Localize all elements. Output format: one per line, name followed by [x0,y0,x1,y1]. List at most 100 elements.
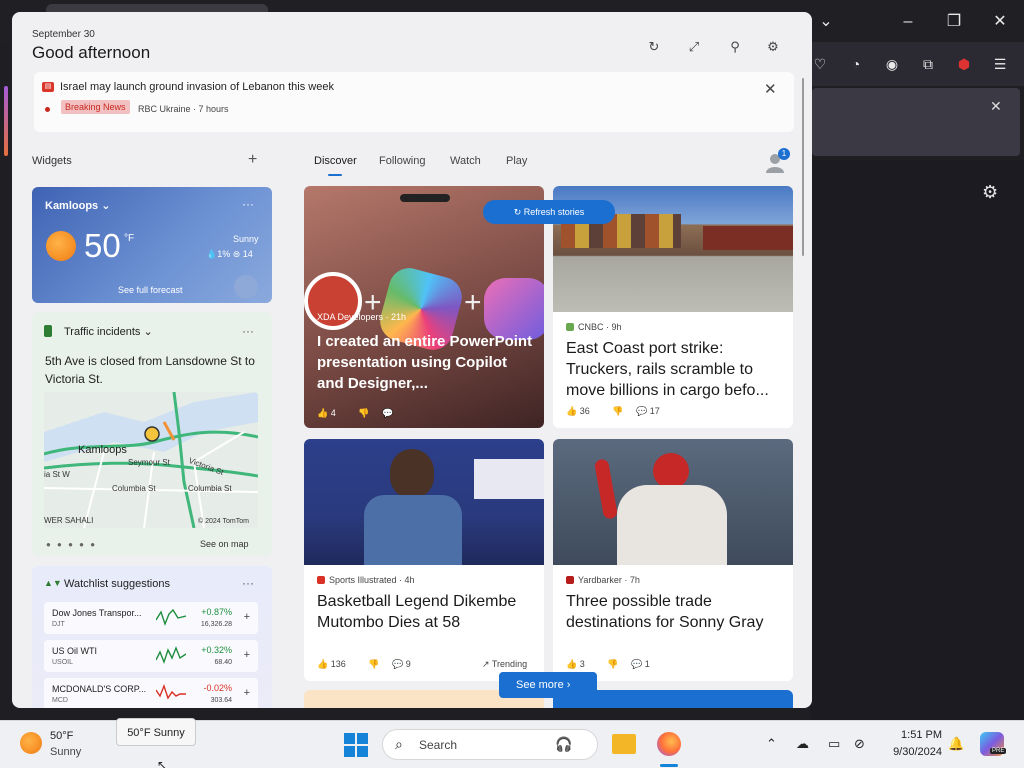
card-title[interactable]: Basketball Legend Dikembe Mutombo Dies a… [317,591,535,633]
more-icon[interactable]: ··· [242,324,254,338]
comment-button[interactable]: 💬 9 [392,659,421,669]
account-icon[interactable]: ◉ [882,54,902,74]
more-icon[interactable]: ··· [242,197,254,211]
watchlist-row[interactable]: US Oil WTI USOIL +0.32% 68.40 + [44,640,258,672]
card-title[interactable]: East Coast port strike: Truckers, rails … [566,338,784,401]
stock-change: +0.87% [201,607,232,617]
traffic-widget[interactable]: Traffic incidents ⌄ ··· 5th Ave is close… [32,312,272,556]
watchlist-widget[interactable]: ▲▼ Watchlist suggestions ··· Dow Jones T… [32,566,272,708]
traffic-title[interactable]: Traffic incidents ⌄ [64,325,153,338]
card-actions: 👍 3 👎 💬 1 [566,659,670,670]
comment-button[interactable]: 💬 [382,408,393,418]
sun-icon[interactable] [20,732,42,754]
firefox-icon[interactable] [657,732,681,756]
card-actions: 👍 36 👎 💬 17 [566,406,680,417]
add-stock-button[interactable]: + [244,687,250,699]
comment-button[interactable]: 💬 17 [636,406,670,416]
speed-icon[interactable]: ◔ [846,54,866,74]
extensions-icon[interactable]: ⧉ [918,54,938,74]
sparkline [156,608,186,627]
network-icon[interactable]: ⊘ [854,736,865,752]
expand-icon[interactable]: ⤢ [685,38,703,56]
weather-widget[interactable]: Kamloops ⌄ ··· 50 °F Sunny 💧1% ⊜ 14 See … [32,187,272,303]
add-stock-button[interactable]: + [244,649,250,661]
weather-tooltip: 50°F Sunny [116,718,196,746]
news-card[interactable]: Sports Illustrated · 4h Basketball Legen… [304,439,544,681]
dislike-button[interactable]: 👎 [612,406,623,416]
weather-city[interactable]: Kamloops ⌄ [45,199,110,212]
map-label-city: Kamloops [78,444,127,456]
see-more-button[interactable]: See more › [499,672,597,698]
add-widget-button[interactable]: + [248,151,257,169]
menu-icon[interactable]: ☰ [990,54,1010,74]
refresh-stories-button[interactable]: ↻ Refresh stories [483,200,615,224]
dislike-button[interactable]: 👎 [368,659,379,669]
watchlist-row[interactable]: MCDONALD'S CORP... MCD -0.02% 303.64 + [44,678,258,708]
person-head-image [390,449,434,499]
search-icon: ⌕ [395,736,403,752]
breaking-headline[interactable]: Israel may launch ground invasion of Leb… [60,81,334,93]
clock-time[interactable]: 1:51 PM [896,729,942,741]
bell-icon[interactable]: 🔔 [948,736,964,752]
news-card[interactable]: Yardbarker · 7h Three possible trade des… [553,439,793,681]
card-image [553,439,793,565]
see-on-map-link[interactable]: See on map [200,539,249,549]
gear-icon[interactable]: ⚙ [982,182,998,203]
carousel-pager[interactable] [400,194,450,202]
weather-unit: °F [124,233,135,244]
close-icon[interactable]: ✕ [990,98,1002,115]
file-explorer-icon[interactable] [612,734,636,754]
taskbar-search[interactable]: ⌕ Search 🎧 [382,729,598,760]
clock-date[interactable]: 9/30/2024 [880,746,942,758]
breaking-news-banner[interactable]: ▤ Israel may launch ground invasion of L… [34,72,794,132]
weather-temp: 50 [84,227,121,264]
scrollbar[interactable] [802,78,804,256]
pin-icon[interactable]: ⚲ [726,38,744,56]
taskbar-temp[interactable]: 50°F [50,730,73,742]
refresh-icon[interactable]: ↻ [645,38,663,56]
close-icon[interactable]: ✕ [990,12,1010,32]
stocks-icon: ▲▼ [44,578,62,588]
pocket-icon[interactable]: ♡ [810,54,830,74]
map-label-sahali: WER SAHALI [44,516,94,525]
add-stock-button[interactable]: + [244,611,250,623]
restore-icon[interactable]: ❐ [944,12,964,32]
dislike-button[interactable]: 👎 [607,659,618,669]
watchlist-row[interactable]: Dow Jones Transpor... DJT +0.87% 16,326.… [44,602,258,634]
tab-watch[interactable]: Watch [450,155,481,167]
stock-value: 303.64 [210,697,232,704]
tab-play[interactable]: Play [506,155,527,167]
ublock-icon[interactable]: ⬢ [954,54,974,74]
tab-discover[interactable]: Discover [314,155,357,167]
card-title[interactable]: Three possible trade destinations for So… [566,591,784,633]
dislike-button[interactable]: 👎 [358,408,369,418]
like-button[interactable]: 👍 3 [566,659,595,669]
gear-icon[interactable]: ⚙ [764,38,782,56]
weather-stats: 💧1% ⊜ 14 [206,249,253,259]
rail-cars-image [703,226,793,250]
chevron-down-icon[interactable]: ⌄ [816,12,836,32]
minimize-icon[interactable]: – [898,12,918,32]
like-button[interactable]: 👍 36 [566,406,600,416]
map-label-columbia-1: Columbia St [112,484,156,493]
full-forecast-link[interactable]: See full forecast [118,285,183,295]
card-source: CNBC · 9h [566,322,622,332]
more-icon[interactable]: ··· [242,576,254,590]
like-button[interactable]: 👍 4 [317,408,346,418]
card-title[interactable]: I created an entire PowerPoint presentat… [317,331,535,394]
tab-following[interactable]: Following [379,155,425,167]
windows-start-icon[interactable] [344,733,368,757]
cloud-offline-icon[interactable]: ☁ [796,736,809,752]
weather-condition: Sunny [233,234,259,244]
close-icon[interactable]: ✕ [764,80,777,98]
traffic-map[interactable]: Kamloops Seymour St Victoria St Columbia… [44,392,258,528]
like-button[interactable]: 👍 136 [317,659,356,669]
search-highlight-icon: 🎧 [555,736,573,752]
pagination-dots[interactable]: ● ● ● ● ● [46,540,97,549]
display-icon[interactable]: ▭ [828,736,840,752]
comment-button[interactable]: 💬 1 [631,659,660,669]
sun-icon [46,231,76,261]
card-actions: 👍 136 👎 💬 9 [317,659,431,670]
chevron-up-icon[interactable]: ⌃ [766,736,777,752]
taskbar-condition[interactable]: Sunny [50,746,81,758]
